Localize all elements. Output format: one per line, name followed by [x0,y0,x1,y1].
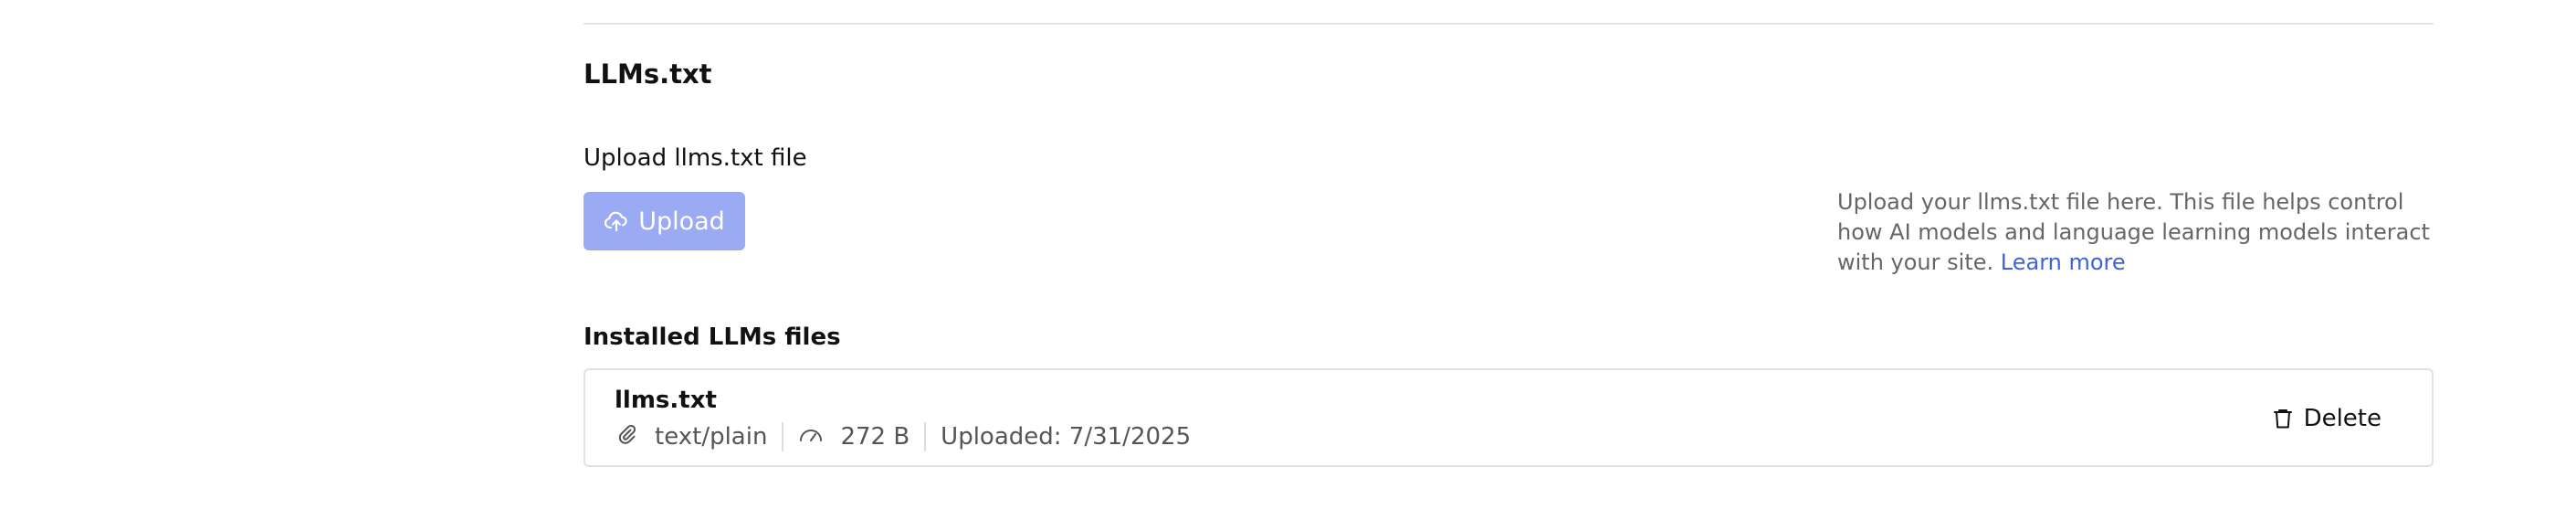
file-name: llms.txt [615,387,717,414]
meta-divider [782,422,784,451]
gauge-icon [798,423,824,451]
file-size: 272 B [798,423,909,451]
meta-divider [924,422,927,451]
llms-settings-page: LLMs.txt Upload llms.txt file Upload Upl… [0,0,2576,520]
upload-button-label: Upload [638,207,725,236]
learn-more-link[interactable]: Learn more [2001,249,2126,275]
paperclip-icon [616,423,638,451]
delete-button-label: Delete [2303,405,2381,432]
file-size-label: 272 B [840,423,910,451]
file-card: llms.txt text/plain 272 B Uploaded: 7/31… [584,368,2434,467]
upload-field-label: Upload llms.txt file [584,144,807,172]
cloud-upload-icon [604,210,629,232]
trash-icon [2273,408,2293,430]
section-title: LLMs.txt [584,58,712,90]
file-mime-type: text/plain [616,423,767,451]
file-meta: text/plain 272 B Uploaded: 7/31/2025 [616,421,1191,452]
section-divider [584,23,2434,25]
upload-button[interactable]: Upload [584,192,745,250]
upload-help-text: Upload your llms.txt file here. This fil… [1837,187,2440,278]
file-mime-type-label: text/plain [655,423,768,451]
delete-file-button[interactable]: Delete [2273,400,2381,437]
help-description: Upload your llms.txt file here. This fil… [1837,189,2430,275]
file-uploaded-date: Uploaded: 7/31/2025 [941,423,1191,451]
installed-files-title: Installed LLMs files [584,324,841,351]
file-uploaded-label: Uploaded: 7/31/2025 [941,423,1192,451]
